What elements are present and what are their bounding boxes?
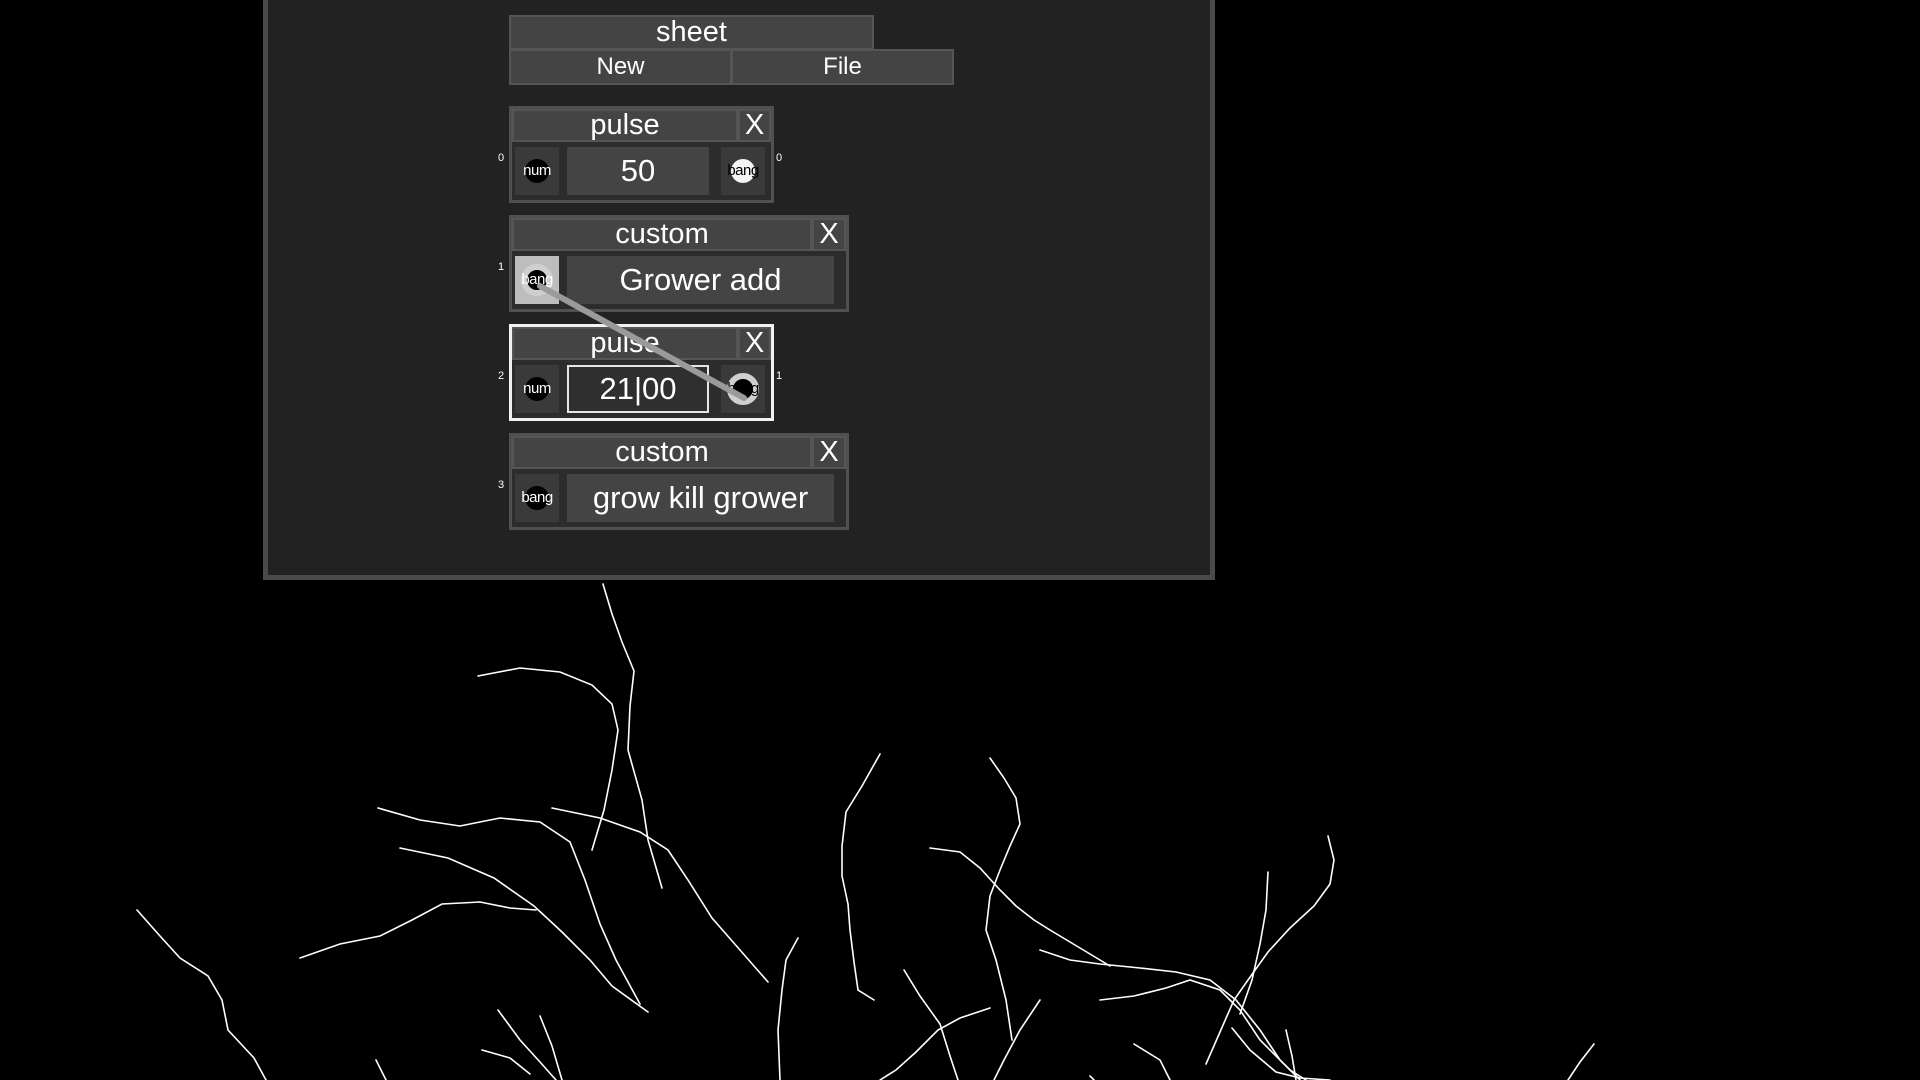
growth-branch bbox=[299, 901, 537, 959]
growth-branch bbox=[1089, 1075, 1095, 1080]
growth-branch bbox=[993, 999, 1041, 1080]
growth-branch bbox=[1239, 871, 1269, 1015]
growth-branch bbox=[136, 909, 267, 1080]
growth-branch bbox=[602, 583, 663, 889]
growth-branch bbox=[481, 1049, 531, 1075]
growth-branch bbox=[1099, 979, 1307, 1080]
growth-branch bbox=[985, 757, 1021, 1041]
growth-branch bbox=[777, 937, 799, 1080]
growth-branch bbox=[903, 969, 959, 1080]
growth-branch bbox=[1133, 1043, 1171, 1080]
growth-branch bbox=[1205, 835, 1335, 1065]
growth-branch bbox=[497, 1009, 557, 1080]
growth-branch bbox=[1231, 1027, 1331, 1080]
connection-wire[interactable] bbox=[268, 0, 1220, 585]
growth-branch bbox=[1039, 949, 1301, 1080]
growth-branch bbox=[477, 667, 619, 851]
growth-branch bbox=[539, 1015, 563, 1080]
growth-branch bbox=[399, 847, 649, 1013]
growth-branch bbox=[551, 807, 769, 983]
growth-branch bbox=[929, 847, 1111, 967]
growth-branch bbox=[375, 1059, 387, 1080]
sheet-panel: sheet New File pulse X num 50 bang 0 0 c… bbox=[263, 0, 1215, 580]
growth-branch bbox=[841, 753, 881, 1001]
growth-branch bbox=[1567, 1043, 1595, 1080]
growth-branch bbox=[879, 1007, 991, 1080]
growth-branch bbox=[377, 807, 641, 1005]
growth-branch bbox=[1285, 1029, 1297, 1080]
